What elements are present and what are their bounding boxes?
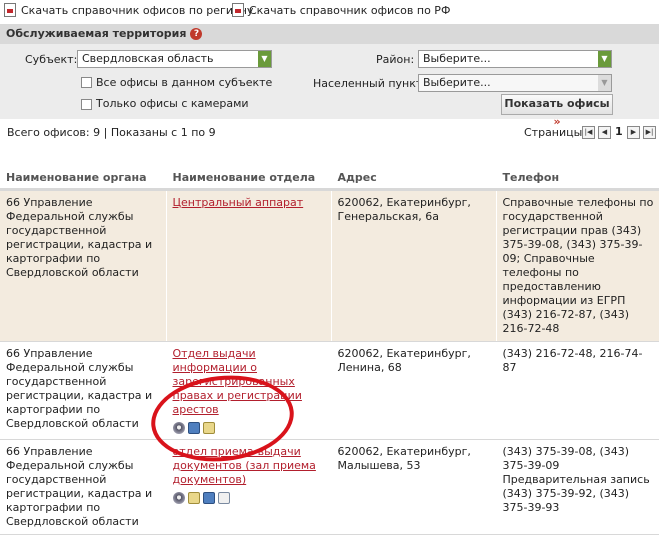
offices-table: Наименование органа Наименование отдела … — [0, 166, 659, 535]
download-country-label: Скачать справочник офисов по РФ — [249, 3, 451, 17]
filter-title-text: Обслуживаемая территория — [6, 27, 187, 40]
organ-cell: 66 Управление Федеральной службы государ… — [0, 341, 166, 440]
prev-page-icon[interactable]: ◀ — [598, 126, 611, 139]
show-offices-button[interactable]: Показать офисы » — [501, 94, 613, 128]
camera-offices-checkbox[interactable] — [81, 99, 92, 110]
phone-cell: (343) 216-72-48, 216-74-87 — [495, 341, 659, 440]
header-department: Наименование отдела — [165, 166, 331, 191]
table-row: 66 Управление Федеральной службы государ… — [0, 341, 659, 440]
download-region-label: Скачать справочник офисов по региону — [21, 3, 254, 17]
pdf-icon — [232, 3, 244, 17]
download-region-link[interactable]: Скачать справочник офисов по региону — [4, 3, 253, 17]
header-phone: Телефон — [495, 166, 659, 191]
pdf-icon — [4, 3, 16, 17]
last-page-icon[interactable]: ▶| — [643, 126, 656, 139]
map-icon[interactable] — [202, 492, 215, 504]
address-cell: 620062, Екатеринбург, Ленина, 68 — [330, 341, 496, 440]
download-country-link[interactable]: Скачать справочник офисов по РФ — [232, 3, 450, 17]
table-row: 66 Управление Федеральной службы государ… — [0, 189, 659, 342]
locality-label: Населенный пункт: — [313, 77, 426, 90]
subject-value: Свердловская область — [82, 52, 214, 65]
locality-value: Выберите... — [423, 76, 491, 89]
form-icon[interactable] — [187, 492, 200, 504]
document-icon[interactable] — [217, 492, 230, 504]
table-row: 66 Управление Федеральной службы государ… — [0, 439, 659, 535]
all-offices-label: Все офисы в данном субъекте — [96, 76, 273, 89]
chevron-down-icon: ▼ — [258, 51, 271, 67]
locality-select[interactable]: Выберите... ▼ — [418, 74, 612, 92]
subject-label: Субъект: — [25, 53, 78, 66]
chevron-down-icon: ▼ — [598, 51, 611, 67]
next-page-icon[interactable]: ▶ — [627, 126, 640, 139]
table-header-row: Наименование органа Наименование отдела … — [0, 166, 659, 191]
all-offices-checkbox[interactable] — [81, 77, 92, 88]
address-cell: 620062, Екатеринбург, Генеральская, 6а — [330, 189, 496, 342]
show-offices-label: Показать офисы — [504, 97, 610, 110]
phone-cell: (343) 375-39-08, (343) 375-39-09 Предвар… — [495, 439, 659, 535]
help-icon[interactable]: ? — [190, 28, 203, 40]
first-page-icon[interactable]: |◀ — [582, 126, 595, 139]
organ-cell: 66 Управление Федеральной службы государ… — [0, 189, 166, 342]
district-select[interactable]: Выберите... ▼ — [418, 50, 612, 68]
subject-select[interactable]: Свердловская область ▼ — [77, 50, 272, 68]
district-label: Район: — [376, 53, 415, 66]
office-icons — [172, 492, 325, 504]
address-cell: 620062, Екатеринбург, Малышева, 53 — [330, 439, 496, 535]
header-address: Адрес — [330, 166, 496, 191]
camera-offices-label: Только офисы с камерами — [96, 97, 249, 110]
department-link[interactable]: Центральный аппарат — [173, 196, 304, 209]
current-page[interactable]: 1 — [615, 125, 623, 138]
results-summary: Всего офисов: 9 | Показаны с 1 по 9 — [7, 126, 216, 139]
district-value: Выберите... — [423, 52, 491, 65]
department-cell: Центральный аппарат — [165, 189, 331, 342]
organ-cell: 66 Управление Федеральной службы государ… — [0, 439, 166, 535]
pages-label: Страницы: — [524, 126, 587, 139]
filter-title: Обслуживаемая территория? — [0, 24, 659, 44]
header-organ: Наименование органа — [0, 166, 166, 191]
phone-cell: Справочные телефоны по государственной р… — [495, 189, 659, 342]
camera-icon[interactable] — [172, 492, 185, 504]
chevron-down-icon: ▼ — [598, 75, 611, 91]
